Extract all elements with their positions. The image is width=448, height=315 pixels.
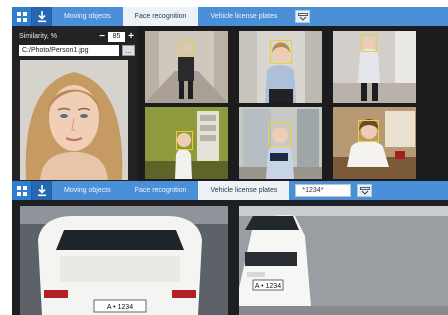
plate-result-frame[interactable]: A • 1234: [239, 206, 448, 315]
face-detection-box: [361, 34, 377, 52]
photo-path-field[interactable]: C:/Photo/Person1.jpg: [19, 45, 119, 56]
similarity-label: Similarity, %: [19, 33, 57, 40]
result-thumbnail[interactable]: [333, 31, 416, 103]
reference-face-photo: [20, 60, 128, 180]
result-thumbnail[interactable]: [145, 107, 228, 179]
tab-face-recognition[interactable]: Face recognition: [123, 181, 199, 200]
layout-grid-button[interactable]: [12, 7, 32, 26]
result-thumbnail[interactable]: [239, 107, 322, 179]
face-detection-box: [270, 40, 292, 64]
tab-vehicle-license-plates[interactable]: Vehicle license plates: [198, 181, 290, 200]
face-detection-box: [179, 41, 193, 57]
layout-grid-button[interactable]: [12, 181, 32, 200]
result-photo: [333, 107, 416, 179]
tab-moving-objects[interactable]: Moving objects: [52, 181, 123, 200]
top-toolbar: Moving objects Face recognition Vehicle …: [12, 7, 448, 26]
export-button[interactable]: [32, 181, 52, 200]
face-detection-box: [268, 123, 291, 147]
download-icon: [37, 184, 46, 196]
tab-face-recognition[interactable]: Face recognition: [122, 7, 199, 26]
plate-number: A • 1234: [107, 304, 133, 311]
face-recognition-panel: Similarity, % − 85 + C:/Photo/Person1.jp…: [12, 26, 448, 181]
similarity-row: Similarity, % − 85 +: [19, 31, 135, 42]
similarity-decrease-button[interactable]: −: [98, 31, 106, 42]
photo-path-row: C:/Photo/Person1.jpg ...: [19, 45, 135, 56]
export-button[interactable]: [32, 7, 52, 26]
search-parameters: Similarity, % − 85 + C:/Photo/Person1.jp…: [12, 26, 137, 181]
face-detection-box: [358, 120, 379, 142]
grid-icon: [16, 185, 27, 196]
car-front-photo: A • 1234: [239, 206, 448, 315]
plate-search-input[interactable]: *1234*: [295, 184, 352, 197]
result-thumbnail[interactable]: [333, 107, 416, 179]
similarity-value-field[interactable]: 85: [108, 31, 125, 42]
browse-button[interactable]: ...: [122, 45, 135, 56]
result-thumbnail[interactable]: [145, 31, 228, 103]
plate-number: A • 1234: [255, 283, 281, 290]
tab-moving-objects[interactable]: Moving objects: [52, 7, 123, 26]
image-search-icon: [360, 186, 370, 195]
download-icon: [37, 10, 46, 22]
car-rear-photo: A • 1234: [20, 206, 228, 315]
similarity-increase-button[interactable]: +: [127, 31, 135, 42]
grid-icon: [16, 11, 27, 22]
plates-toolbar: Moving objects Face recognition Vehicle …: [12, 181, 448, 200]
tab-vehicle-license-plates[interactable]: Vehicle license plates: [198, 7, 289, 26]
plate-result-frame[interactable]: A • 1234: [20, 206, 228, 315]
result-thumbnail[interactable]: [239, 31, 322, 103]
image-search-icon: [298, 12, 308, 21]
image-search-button[interactable]: [357, 184, 373, 197]
image-search-button[interactable]: [295, 10, 311, 23]
license-plates-panel: A • 1234 A • 1234: [12, 200, 448, 315]
face-detection-box: [176, 131, 193, 150]
